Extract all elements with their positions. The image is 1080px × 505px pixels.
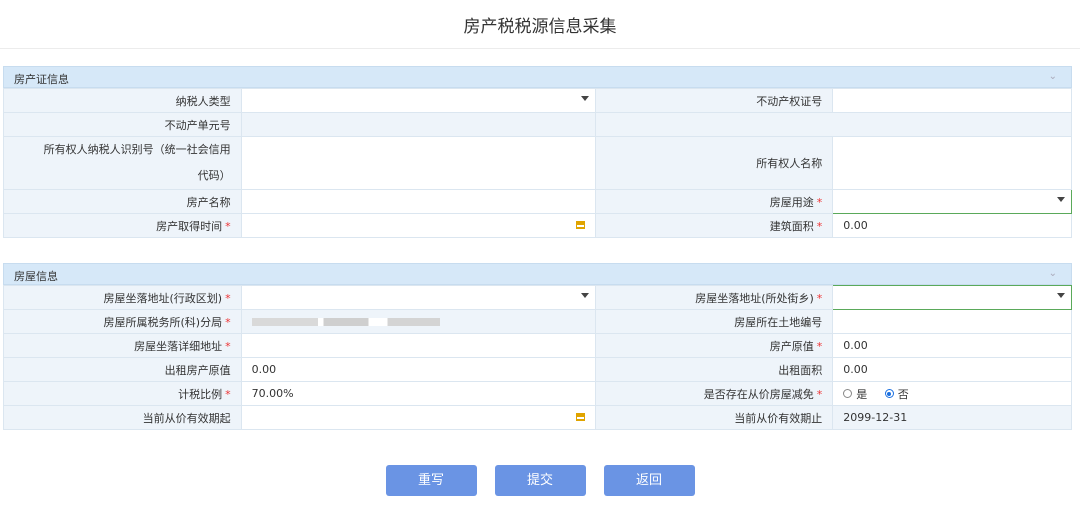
unit-no-label: 不动产单元号 (3, 112, 242, 137)
land-no-label: 房屋所在土地编号 (594, 309, 834, 334)
required-mark: * (225, 291, 231, 305)
tax-ratio-input[interactable]: 70.00% (240, 381, 596, 406)
rent-orig-input[interactable]: 0.00 (240, 357, 596, 382)
required-mark: * (816, 339, 823, 353)
detail-addr-input[interactable] (240, 333, 596, 358)
chevron-down-icon[interactable]: ⌄ (1049, 268, 1057, 279)
taxpayer-type-select[interactable] (240, 88, 596, 113)
required-mark: * (816, 291, 823, 305)
title-divider (0, 48, 1080, 49)
orig-value-label: 房产原值 * (594, 333, 834, 358)
chevron-down-icon[interactable] (580, 292, 589, 298)
tax-bureau-value (240, 309, 596, 334)
tax-bureau-label-text: 房屋所属税务所(科)分局 (103, 315, 223, 329)
house-info-section: 房屋信息 ⌄ 房屋坐落地址(行政区划) * 房屋坐落地址(所处街乡) * 房屋所属税… (3, 263, 1072, 430)
area-label-text: 建筑面积 (769, 219, 814, 233)
valid-from-input[interactable] (240, 405, 596, 430)
relief-radio-group: 是 否 (832, 381, 1072, 406)
taxpayer-type-label: 纳税人类型 (3, 88, 242, 113)
land-no-input[interactable] (832, 309, 1072, 334)
rent-area-label: 出租面积 (594, 357, 834, 382)
rent-orig-label: 出租房产原值 (3, 357, 242, 382)
relief-label: 是否存在从价房屋减免 * (594, 381, 834, 406)
button-bar: 重写 提交 返回 (0, 465, 1080, 496)
district-label-text: 房屋坐落地址(行政区划) (103, 291, 223, 305)
required-mark: * (225, 387, 231, 401)
relief-no-radio[interactable] (884, 389, 894, 398)
property-cert-section: 房产证信息 ⌄ 纳税人类型 不动产权证号 不动产单元号 所有权人纳税人识别号（统… (3, 66, 1073, 238)
area-input[interactable]: 0.00 (832, 213, 1072, 238)
valid-from-label: 当前从价有效期起 (3, 405, 242, 430)
relief-yes-label[interactable]: 是 (856, 388, 867, 401)
chevron-down-icon[interactable]: ⌄ (1049, 71, 1057, 82)
required-mark: * (225, 315, 231, 329)
redacted-text (251, 318, 440, 326)
valid-to-value: 2099-12-31 (832, 405, 1072, 430)
street-label: 房屋坐落地址(所处街乡) * (594, 285, 834, 310)
tax-ratio-label: 计税比例 * (3, 381, 242, 406)
rent-area-input[interactable]: 0.00 (832, 357, 1072, 382)
chevron-down-icon[interactable] (580, 95, 589, 101)
section-header[interactable]: 房屋信息 ⌄ (3, 263, 1072, 285)
owner-id-label-line1: 所有权人纳税人识别号（统一社会信用 (43, 143, 231, 156)
district-select[interactable] (240, 285, 596, 310)
street-label-text: 房屋坐落地址(所处街乡) (695, 291, 814, 305)
usage-label-text: 房屋用途 (769, 195, 814, 209)
area-label: 建筑面积 * (594, 213, 834, 238)
property-cert-input[interactable] (832, 88, 1072, 113)
section-title: 房产证信息 (14, 73, 69, 86)
chevron-down-icon[interactable] (1057, 196, 1065, 202)
page-title: 房产税税源信息采集 (463, 17, 617, 37)
owner-id-input[interactable] (240, 136, 596, 190)
section-header[interactable]: 房产证信息 ⌄ (3, 66, 1072, 88)
property-name-label: 房产名称 (3, 189, 242, 214)
required-mark: * (225, 339, 231, 353)
calendar-icon[interactable] (575, 413, 585, 421)
unit-no-value (240, 112, 596, 137)
acquire-time-label: 房产取得时间 * (3, 213, 242, 238)
calendar-icon[interactable] (575, 221, 585, 229)
property-name-input[interactable] (240, 189, 596, 214)
owner-name-input[interactable] (832, 136, 1072, 190)
street-select[interactable] (832, 285, 1072, 310)
reset-button[interactable]: 重写 (385, 465, 477, 496)
acquire-time-input[interactable] (240, 213, 596, 238)
required-mark: * (225, 219, 231, 233)
required-mark: * (816, 387, 823, 401)
district-label: 房屋坐落地址(行政区划) * (3, 285, 242, 310)
relief-no-label[interactable]: 否 (898, 388, 909, 401)
detail-addr-label: 房屋坐落详细地址 * (3, 333, 242, 358)
valid-to-label: 当前从价有效期止 (594, 405, 834, 430)
chevron-down-icon[interactable] (1057, 292, 1065, 298)
tax-bureau-label: 房屋所属税务所(科)分局 * (3, 309, 242, 334)
tax-ratio-label-text: 计税比例 (178, 387, 223, 401)
owner-id-label: 所有权人纳税人识别号（统一社会信用 代码） (3, 136, 242, 190)
usage-label: 房屋用途 * (594, 189, 834, 214)
owner-name-label: 所有权人名称 (594, 136, 834, 190)
required-mark: * (816, 219, 823, 233)
usage-select[interactable] (832, 189, 1072, 214)
orig-value-label-text: 房产原值 (769, 339, 814, 353)
section-title: 房屋信息 (14, 270, 58, 283)
empty-cell (594, 112, 1073, 137)
relief-yes-radio[interactable] (843, 389, 853, 398)
relief-label-text: 是否存在从价房屋减免 (703, 387, 814, 401)
back-button[interactable]: 返回 (603, 465, 695, 496)
detail-addr-label-text: 房屋坐落详细地址 (134, 339, 223, 353)
acquire-time-label-text: 房产取得时间 (156, 219, 223, 233)
orig-value-input[interactable]: 0.00 (832, 333, 1072, 358)
submit-button[interactable]: 提交 (494, 465, 586, 496)
property-cert-label: 不动产权证号 (594, 88, 834, 113)
owner-id-label-line2: 代码） (197, 169, 231, 182)
required-mark: * (816, 195, 823, 209)
